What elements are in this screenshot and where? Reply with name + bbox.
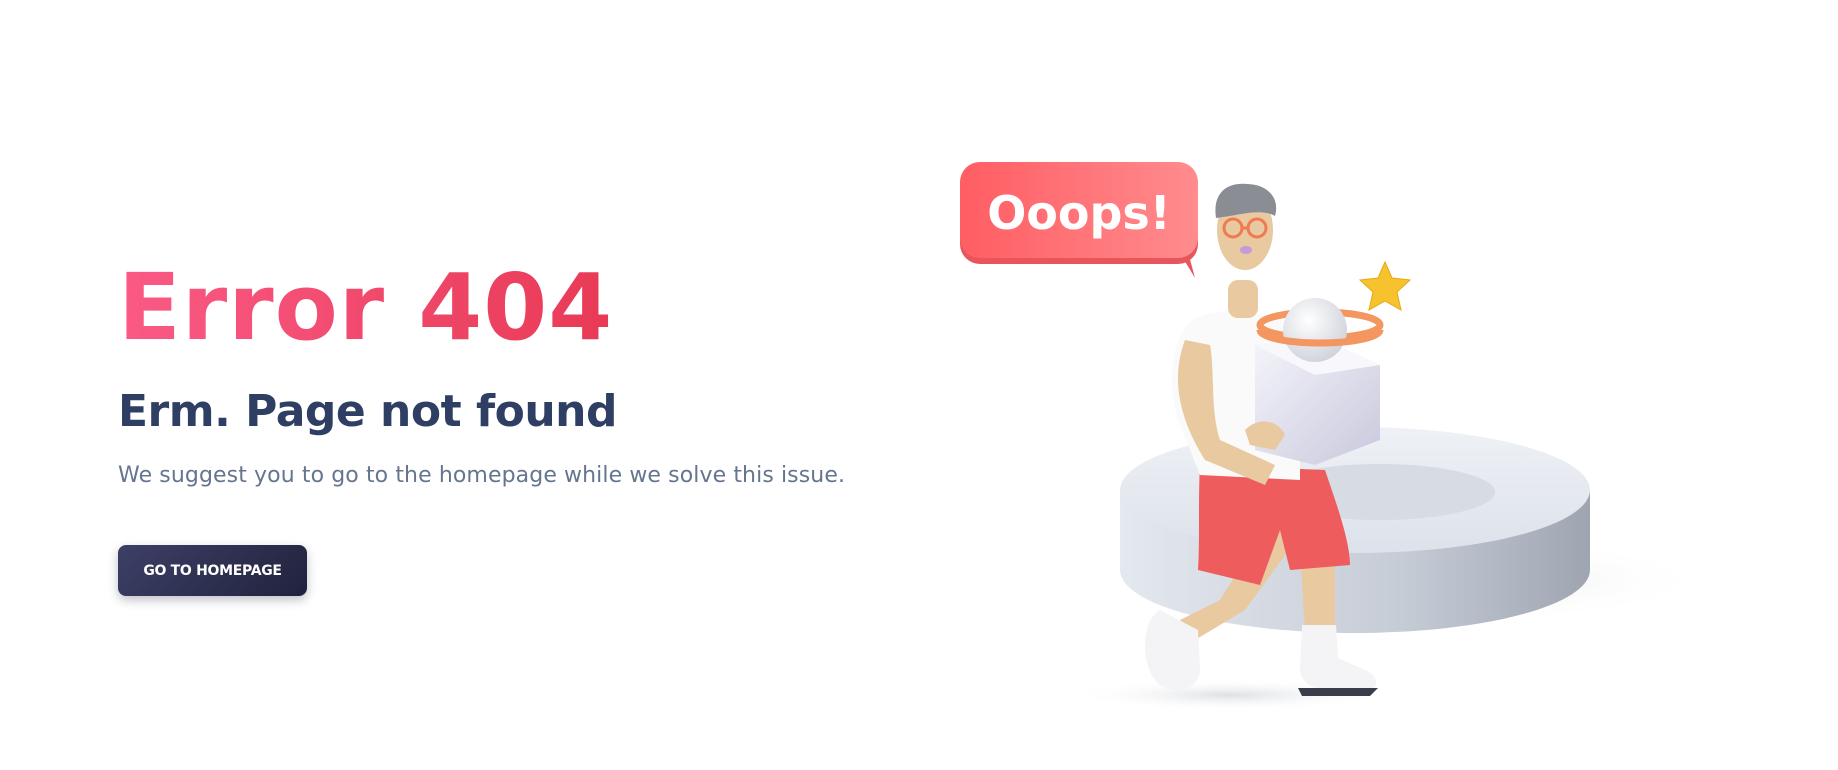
- page-not-found-subtitle: Erm. Page not found: [118, 386, 617, 437]
- error-page: Error 404 Erm. Page not found We suggest…: [0, 0, 1838, 770]
- speech-bubble: Ooops!: [960, 162, 1198, 278]
- error-illustration: Ooops!: [960, 162, 1710, 711]
- error-title: Error 404: [118, 254, 614, 361]
- go-to-homepage-button[interactable]: GO TO HOMEPAGE: [118, 545, 307, 596]
- podium: [1120, 427, 1590, 633]
- error-description: We suggest you to go to the homepage whi…: [118, 463, 846, 488]
- speech-bubble-text: Ooops!: [987, 186, 1171, 240]
- star-icon: [1358, 260, 1412, 311]
